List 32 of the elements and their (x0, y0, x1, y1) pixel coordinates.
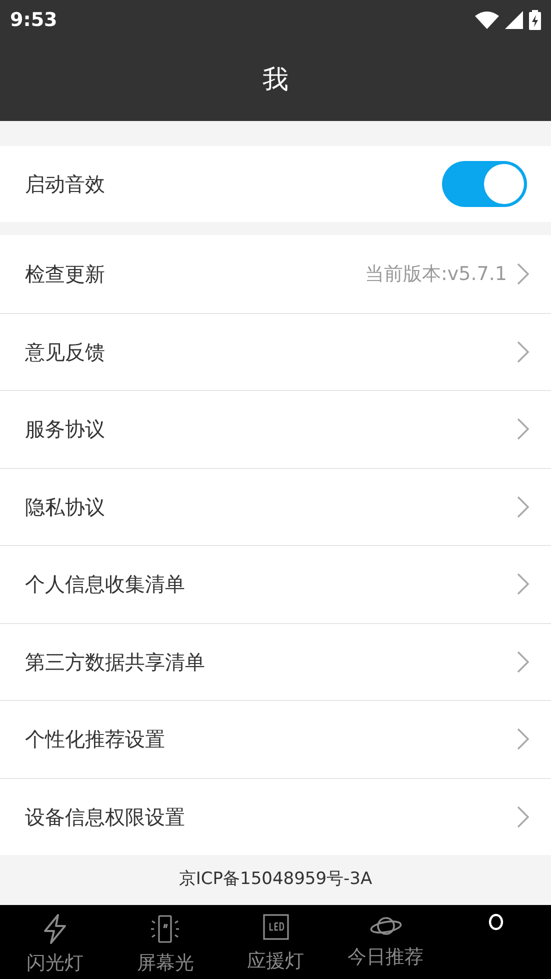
chevron-icon (517, 262, 529, 285)
menu-item[interactable]: 个性化推荐设置 (0, 700, 551, 778)
phone-icon (150, 913, 180, 945)
battery-icon (529, 10, 541, 30)
wifi-icon (475, 11, 499, 29)
chevron-icon (517, 806, 529, 828)
icp-text: 京ICP备15048959号-3A (178, 868, 372, 892)
menu-item[interactable]: 设备信息权限设置 (0, 778, 551, 855)
chevron-icon (517, 340, 529, 363)
menu-item[interactable]: 隐私协议 (0, 468, 551, 545)
menu-item[interactable]: 第三方数据共享清单 (0, 622, 551, 700)
tab-item[interactable]: 今日推荐 (330, 905, 441, 979)
chevron-icon (517, 650, 529, 673)
signal-icon (505, 11, 523, 29)
tab-item[interactable]: 屏幕光 (110, 905, 220, 979)
setting-label: 启动音效 (25, 171, 105, 198)
page-title: 我 (262, 64, 288, 97)
status-time: 9:53 (10, 8, 58, 33)
chevron-icon (517, 728, 529, 750)
tab-item[interactable]: 应援灯 (220, 905, 331, 979)
chevron-icon (517, 573, 529, 596)
led-icon (262, 913, 290, 943)
person-icon (488, 913, 504, 933)
chevron-icon (517, 418, 529, 440)
menu-item[interactable]: 检查更新 当前版本:v5.7.1 (0, 235, 551, 312)
toggle-switch[interactable] (442, 161, 527, 207)
menu-item[interactable]: 意见反馈 (0, 312, 551, 390)
lightning-icon (42, 913, 68, 945)
menu-item[interactable]: 个人信息收集清单 (0, 545, 551, 622)
chevron-icon (517, 496, 529, 518)
tab-item[interactable]: 闪光灯 (0, 905, 110, 979)
menu-item[interactable]: 服务协议 (0, 390, 551, 468)
